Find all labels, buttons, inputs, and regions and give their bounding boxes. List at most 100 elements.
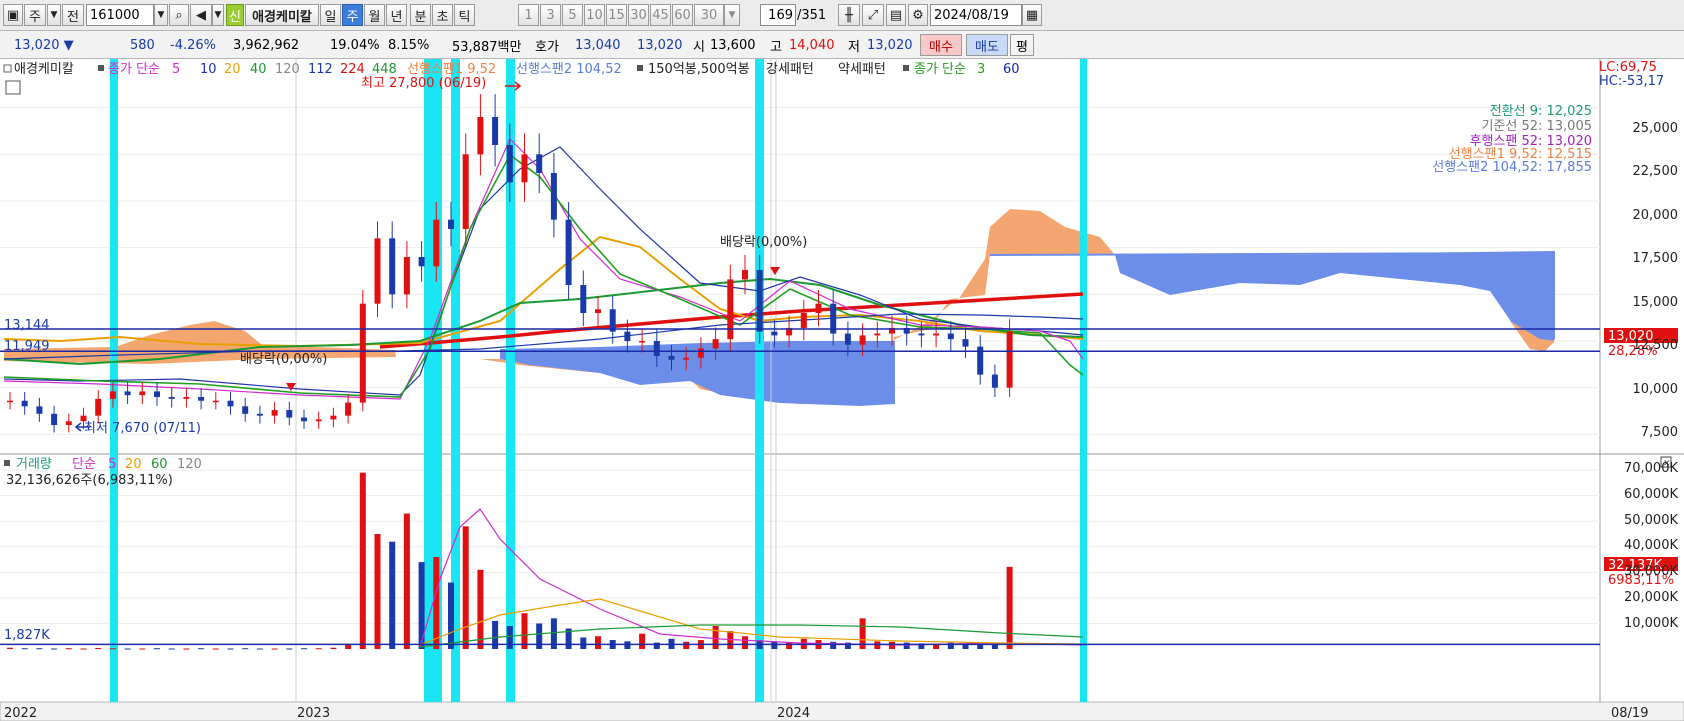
vol-tick-60000: 60,000K — [1624, 487, 1678, 502]
volume-title[interactable]: 거래량 — [16, 457, 52, 472]
volume-bar — [639, 633, 646, 649]
sell-button[interactable]: 매도 — [966, 34, 1008, 56]
legend-ma-448[interactable]: 448 — [372, 62, 397, 77]
legend-ma-112[interactable]: 112 — [308, 62, 333, 77]
stock-code-input[interactable]: 161000 — [86, 4, 154, 26]
legend-span2[interactable]: 선행스팬2 104,52 — [516, 61, 622, 77]
interval-dropdown-icon[interactable]: ▼ — [724, 4, 740, 26]
avg-button[interactable]: 평 — [1010, 34, 1034, 56]
legend-ma-120[interactable]: 120 — [275, 62, 300, 77]
legend-span1[interactable]: 선행스팬1 9,52 — [407, 61, 496, 77]
window-menu-icon[interactable]: ▣ — [3, 4, 23, 26]
interval-10[interactable]: 10 — [584, 4, 605, 26]
volume-ma-120[interactable]: 120 — [177, 457, 202, 472]
legend-ma-5[interactable]: 5 — [172, 62, 180, 77]
candle-body — [565, 219, 572, 285]
open-label: 시 — [693, 35, 705, 55]
bid-label-text: 호가 — [535, 39, 559, 55]
legend-ma-10[interactable]: 10 — [200, 62, 217, 77]
legend-ma-title[interactable]: 종가 단순 — [108, 62, 160, 77]
lc-label: LC:69,75 — [1599, 60, 1657, 75]
speaker-icon[interactable]: ◀ — [190, 4, 212, 26]
legend-ma2-60[interactable]: 60 — [1003, 62, 1020, 77]
legend-ma2-title[interactable]: 종가 단순 — [914, 62, 966, 77]
y-tick-22500: 22,500 — [1633, 164, 1679, 179]
search-icon[interactable]: ⌕ — [169, 4, 189, 26]
low-value: 13,020 — [867, 35, 913, 55]
count-input[interactable]: 169 — [760, 4, 796, 26]
candle-body — [506, 145, 513, 183]
interval-45[interactable]: 45 — [650, 4, 671, 26]
candle-body — [991, 374, 998, 388]
code-dropdown-icon[interactable]: ▼ — [154, 4, 168, 26]
grid-toggle-icon[interactable] — [5, 80, 21, 95]
date-input[interactable]: 2024/08/19 — [930, 4, 1022, 26]
draw-tool-icon[interactable]: ⤢ — [862, 4, 884, 26]
volume-ma-5[interactable]: 5 — [108, 457, 116, 472]
legend-ma2-3[interactable]: 3 — [977, 62, 985, 77]
volume-bar — [433, 557, 440, 649]
tf-week[interactable]: 주 — [342, 4, 363, 26]
market-label: 주 — [29, 9, 41, 25]
legend-stock-name[interactable]: 애경케미칼 — [14, 62, 74, 77]
legend-ma-icon — [98, 65, 104, 71]
volume-ma-60[interactable]: 60 — [151, 457, 168, 472]
ichimoku-base: 기준선 52: 13,005 — [1481, 119, 1592, 134]
volume-bar — [330, 647, 337, 649]
vol-tick-30000: 30,000K — [1624, 564, 1678, 579]
stock-chart[interactable]: 애경케미칼 종가 단순 5 10 20 40 120 112 224 448 선… — [0, 59, 1684, 721]
speaker-dropdown-icon[interactable]: ▼ — [212, 4, 224, 26]
candle-body — [859, 335, 866, 345]
legend-ma-40[interactable]: 40 — [250, 62, 267, 77]
date-value: 2024/08/19 — [934, 7, 1009, 23]
tf-second[interactable]: 초 — [432, 4, 453, 26]
volume-ma-title[interactable]: 단순 — [72, 457, 96, 472]
market-dropdown-icon[interactable]: ▼ — [47, 4, 61, 26]
interval-1[interactable]: 1 — [518, 4, 539, 26]
tf-tick[interactable]: 틱 — [454, 4, 475, 26]
volume-bar — [403, 513, 410, 649]
candle-body — [448, 219, 454, 229]
legend-pattern-b[interactable]: 강세패턴 — [766, 62, 814, 77]
volume-bar — [51, 648, 58, 650]
candle-body — [800, 313, 807, 328]
interval-60[interactable]: 60 — [672, 4, 693, 26]
tf-day[interactable]: 일 — [320, 4, 341, 26]
tf-year[interactable]: 년 — [386, 4, 407, 26]
interval-5[interactable]: 5 — [562, 4, 583, 26]
legend-ma-224[interactable]: 224 — [340, 62, 365, 77]
candle-body — [712, 339, 719, 349]
market-select[interactable]: 주 — [24, 4, 46, 26]
save-icon[interactable]: ▤ — [886, 4, 906, 26]
interval-select[interactable]: 30 — [694, 4, 724, 26]
candle-body — [742, 270, 748, 280]
buy-button[interactable]: 매수 — [920, 34, 962, 56]
volume-bar — [903, 642, 910, 649]
gear-icon[interactable]: ⚙ — [908, 4, 928, 26]
legend-pattern-a[interactable]: 150억봉,500억봉 — [648, 62, 750, 77]
candle-body — [492, 117, 499, 145]
bid2-value: 13,020 — [637, 35, 683, 55]
volume-ma-20[interactable]: 20 — [125, 457, 142, 472]
candle-body — [65, 421, 72, 425]
vol-tick-50000: 50,000K — [1624, 513, 1678, 528]
chart-type-icon[interactable]: ╫ — [838, 4, 860, 26]
tf-minute[interactable]: 분 — [410, 4, 431, 26]
candle-body — [301, 417, 307, 422]
calendar-icon[interactable]: ▦ — [1022, 4, 1042, 26]
interval-3[interactable]: 3 — [540, 4, 561, 26]
volume-bar — [477, 569, 484, 649]
open-text: 13,600 — [710, 37, 756, 53]
interval-30[interactable]: 30 — [628, 4, 649, 26]
volume-bar — [198, 648, 205, 650]
prev-button[interactable]: 전 — [62, 4, 84, 26]
legend-pattern-c[interactable]: 약세패턴 — [838, 62, 886, 77]
tf-month[interactable]: 월 — [364, 4, 385, 26]
stock-name-field[interactable]: 애경케미칼 — [245, 4, 319, 26]
volume-bar — [771, 641, 778, 649]
legend-ma-20[interactable]: 20 — [224, 62, 241, 77]
legend-pattern-icon — [637, 65, 643, 71]
volume-bar — [786, 642, 793, 649]
interval-15[interactable]: 15 — [606, 4, 627, 26]
hline1-label: 13,144 — [4, 318, 50, 333]
